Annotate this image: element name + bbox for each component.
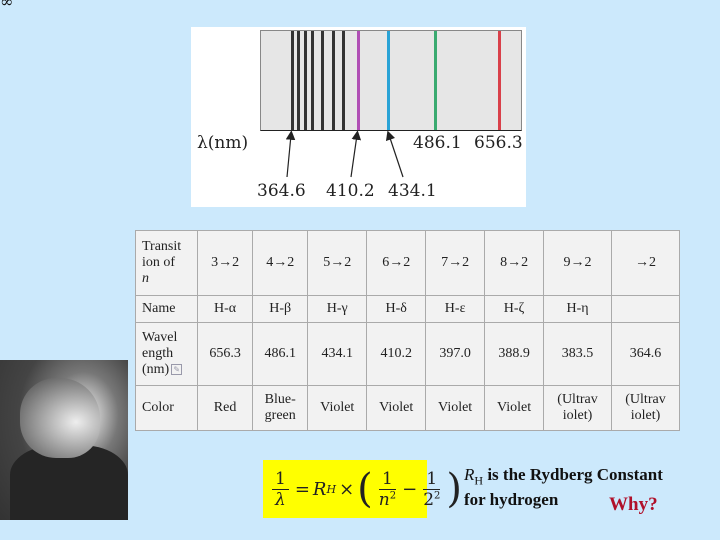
cell-transition: 5→2	[307, 230, 368, 296]
cell-transition: 9→2	[543, 230, 612, 296]
balmer-portrait	[0, 360, 128, 520]
edit-reference-icon[interactable]: ✎	[171, 364, 183, 376]
cell-name: H-α	[196, 295, 254, 323]
pointer-arrows	[285, 130, 404, 178]
cell-color: Blue-green	[252, 385, 309, 431]
row-header-line: Name	[142, 301, 176, 316]
note-symbol: R	[464, 465, 475, 484]
cell-name: H-ζ	[484, 295, 545, 323]
cell-color: Violet	[307, 385, 368, 431]
right-paren: )	[446, 466, 463, 512]
cell-wavelength: 388.9	[484, 322, 545, 386]
cell-wavelength: 434.1	[307, 322, 368, 386]
cell-transition: 8→2	[484, 230, 545, 296]
row-header-color: Color	[135, 385, 198, 431]
cell-transition: →2	[610, 230, 681, 296]
left-paren: (	[357, 466, 373, 512]
cell-color: (Ultrav iolet)	[610, 385, 681, 431]
row-header-line: Transit	[142, 239, 182, 254]
row-header-line: Color	[142, 400, 174, 415]
row-header-name: Name	[135, 295, 198, 323]
row-header-line: (nm) ✎	[142, 362, 194, 378]
cell-wavelength: 486.1	[252, 322, 309, 386]
portrait-head	[20, 378, 100, 458]
term1-denominator: n	[378, 489, 390, 510]
cell-name: H-δ	[366, 295, 427, 323]
table-row-wavelength: Wavel ength (nm) ✎ 656.3 486.1 434.1 410.2 397.0…	[135, 322, 681, 386]
rydberg-equation: 1λ = RH × ( 1 n2 − 1 22 )	[263, 460, 462, 518]
cell-name: H-γ	[307, 295, 368, 323]
cell-name: H-β	[252, 295, 309, 323]
cell-name: H-ε	[425, 295, 486, 323]
row-header-line: ion of	[142, 255, 176, 270]
cell-wavelength: 383.5	[543, 322, 612, 386]
row-header-wavelength: Wavel ength (nm) ✎	[135, 322, 198, 386]
row-header-line: n	[142, 271, 149, 286]
hydrogen-spectrum-figure: λ(nm) 486.1 656.3 364.6 410.2 434.1	[191, 27, 526, 207]
cell-transition: 6→2	[366, 230, 427, 296]
cell-wavelength: 410.2	[366, 322, 427, 386]
cell-wavelength: 656.3	[196, 322, 254, 386]
cell-transition: 7→2	[425, 230, 486, 296]
cell-color: Violet	[484, 385, 545, 431]
cell-transition: 3→2	[196, 230, 254, 296]
term2-denominator: 2	[423, 489, 435, 510]
term1-numerator: 1	[379, 469, 396, 490]
row-header-line: Wavel	[142, 330, 178, 345]
cell-name	[610, 295, 681, 323]
cell-color: Violet	[425, 385, 486, 431]
row-header-line: ength	[142, 346, 174, 361]
why-question: Why?	[609, 494, 658, 515]
equals-sign: =	[294, 478, 310, 500]
cell-color: Violet	[366, 385, 427, 431]
cell-color: (Ultrav iolet)	[543, 385, 612, 431]
times-sign: ×	[339, 478, 355, 500]
term1-exponent: 2	[389, 489, 397, 501]
cell-name: H-η	[543, 295, 612, 323]
infinity-glyph: ∞	[0, 0, 14, 11]
arrow-364	[285, 130, 296, 178]
term2-numerator: 1	[423, 469, 441, 490]
cell-wavelength: 397.0	[425, 322, 486, 386]
arrow-434	[385, 130, 404, 178]
note-symbol-sub: H	[474, 473, 484, 488]
rydberg-subscript: H	[326, 482, 337, 496]
cell-transition: 4→2	[252, 230, 309, 296]
note-line1: is the Rydberg Constant	[483, 465, 663, 484]
rydberg-constant: R	[312, 478, 327, 500]
cell-wavelength: 364.6	[610, 322, 681, 386]
minus-sign: −	[402, 478, 418, 500]
table-row-transition: Transit ion of n 3→2 4→2 5→2 6→2 7→2 8→2 9→2 →2	[135, 230, 681, 296]
lhs-numerator: 1	[272, 469, 289, 490]
table-row-color: Color Red Blue-green Violet Violet Violet Viol…	[135, 385, 681, 431]
arrow-410	[350, 130, 362, 178]
term2-exponent: 2	[434, 489, 441, 501]
balmer-series-table: Transit ion of n 3→2 4→2 5→2 6→2 7→2 8→2 9→2 →2 Nam…	[135, 230, 681, 431]
table-row-name: Name H-α H-β H-γ H-δ H-ε H-ζ H-η	[135, 295, 681, 323]
row-header-transition: Transit ion of n	[135, 230, 198, 296]
lhs-denominator: λ	[275, 489, 286, 510]
cell-color: Red	[196, 385, 254, 431]
